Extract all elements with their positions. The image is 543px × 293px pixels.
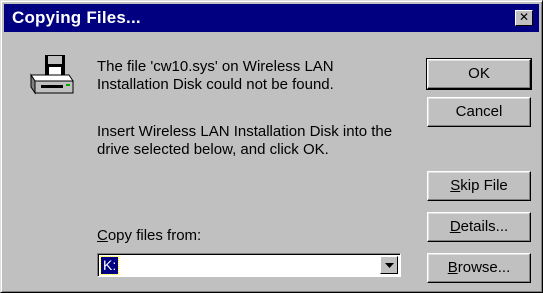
copying-files-dialog: Copying Files... ✕ The file 'cw10.sys' o… xyxy=(0,0,543,293)
message-file-not-found: The file 'cw10.sys' on Wireless LAN Inst… xyxy=(97,58,334,93)
close-icon: ✕ xyxy=(518,10,530,24)
copy-files-mnemonic: C xyxy=(97,227,108,244)
copy-files-from-label: Copy files from: xyxy=(97,227,201,244)
browse-label-rest: rowse... xyxy=(457,259,511,276)
title-bar[interactable]: Copying Files... ✕ xyxy=(4,4,539,32)
skip-label-rest: kip File xyxy=(460,177,508,194)
chevron-down-icon xyxy=(385,263,394,268)
browse-button[interactable]: Browse... xyxy=(427,253,531,283)
disk-drive-icon xyxy=(25,53,77,99)
details-button[interactable]: Details... xyxy=(427,212,531,242)
dropdown-button[interactable] xyxy=(380,256,398,274)
ok-button[interactable]: OK xyxy=(426,58,532,90)
cancel-button[interactable]: Cancel xyxy=(427,97,531,127)
details-label-rest: etails... xyxy=(460,218,509,235)
skip-file-button[interactable]: Skip File xyxy=(427,171,531,201)
details-mnemonic: D xyxy=(449,218,461,235)
window-title: Copying Files... xyxy=(12,8,141,27)
browse-mnemonic: B xyxy=(447,259,458,276)
close-button[interactable]: ✕ xyxy=(515,10,533,26)
copy-files-from-value[interactable]: K: xyxy=(99,256,120,275)
copy-files-label-rest: opy files from: xyxy=(107,227,202,244)
skip-mnemonic: S xyxy=(450,177,461,194)
copy-files-from-combobox[interactable]: K: xyxy=(97,253,401,277)
message-insert-disk: Insert Wireless LAN Installation Disk in… xyxy=(97,123,393,158)
